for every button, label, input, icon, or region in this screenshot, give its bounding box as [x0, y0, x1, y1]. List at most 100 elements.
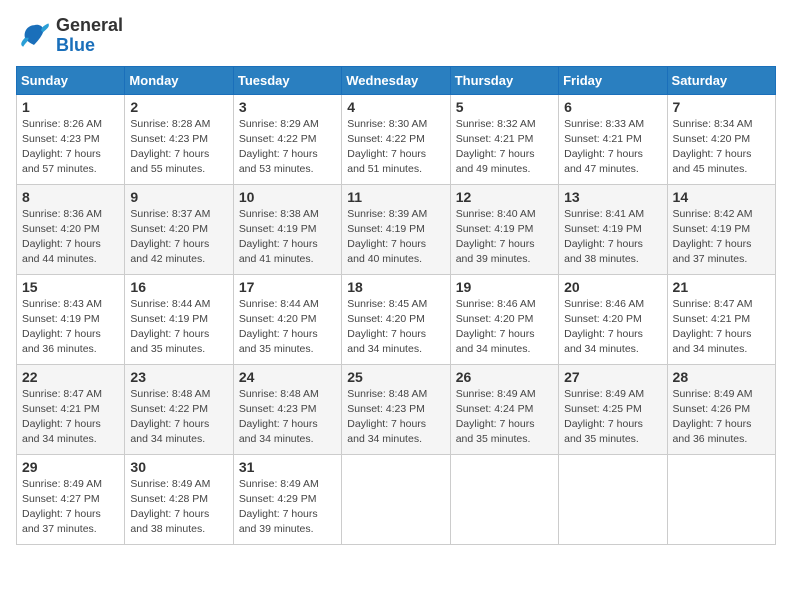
day-number: 22: [22, 369, 119, 385]
day-info: Sunrise: 8:49 AM Sunset: 4:27 PM Dayligh…: [22, 477, 119, 538]
day-number: 31: [239, 459, 336, 475]
header-wednesday: Wednesday: [342, 66, 450, 94]
calendar-cell: 21 Sunrise: 8:47 AM Sunset: 4:21 PM Dayl…: [667, 274, 775, 364]
day-info: Sunrise: 8:32 AM Sunset: 4:21 PM Dayligh…: [456, 117, 553, 178]
day-info: Sunrise: 8:46 AM Sunset: 4:20 PM Dayligh…: [456, 297, 553, 358]
day-number: 15: [22, 279, 119, 295]
calendar-cell: 10 Sunrise: 8:38 AM Sunset: 4:19 PM Dayl…: [233, 184, 341, 274]
day-number: 12: [456, 189, 553, 205]
day-info: Sunrise: 8:39 AM Sunset: 4:19 PM Dayligh…: [347, 207, 444, 268]
calendar-header-row: SundayMondayTuesdayWednesdayThursdayFrid…: [17, 66, 776, 94]
day-number: 2: [130, 99, 227, 115]
calendar-cell: 28 Sunrise: 8:49 AM Sunset: 4:26 PM Dayl…: [667, 364, 775, 454]
calendar-table: SundayMondayTuesdayWednesdayThursdayFrid…: [16, 66, 776, 545]
day-number: 13: [564, 189, 661, 205]
day-info: Sunrise: 8:36 AM Sunset: 4:20 PM Dayligh…: [22, 207, 119, 268]
day-number: 11: [347, 189, 444, 205]
logo-text: General Blue: [56, 16, 123, 56]
calendar-week-3: 15 Sunrise: 8:43 AM Sunset: 4:19 PM Dayl…: [17, 274, 776, 364]
day-info: Sunrise: 8:33 AM Sunset: 4:21 PM Dayligh…: [564, 117, 661, 178]
day-number: 25: [347, 369, 444, 385]
calendar-cell: [342, 454, 450, 544]
header-sunday: Sunday: [17, 66, 125, 94]
day-number: 14: [673, 189, 770, 205]
day-number: 21: [673, 279, 770, 295]
day-number: 30: [130, 459, 227, 475]
day-number: 6: [564, 99, 661, 115]
calendar-cell: 22 Sunrise: 8:47 AM Sunset: 4:21 PM Dayl…: [17, 364, 125, 454]
day-number: 16: [130, 279, 227, 295]
day-number: 27: [564, 369, 661, 385]
calendar-cell: 24 Sunrise: 8:48 AM Sunset: 4:23 PM Dayl…: [233, 364, 341, 454]
day-number: 4: [347, 99, 444, 115]
calendar-cell: 16 Sunrise: 8:44 AM Sunset: 4:19 PM Dayl…: [125, 274, 233, 364]
day-info: Sunrise: 8:44 AM Sunset: 4:19 PM Dayligh…: [130, 297, 227, 358]
calendar-cell: 26 Sunrise: 8:49 AM Sunset: 4:24 PM Dayl…: [450, 364, 558, 454]
header-friday: Friday: [559, 66, 667, 94]
logo: General Blue: [16, 16, 123, 56]
day-info: Sunrise: 8:47 AM Sunset: 4:21 PM Dayligh…: [673, 297, 770, 358]
calendar-cell: 8 Sunrise: 8:36 AM Sunset: 4:20 PM Dayli…: [17, 184, 125, 274]
day-info: Sunrise: 8:26 AM Sunset: 4:23 PM Dayligh…: [22, 117, 119, 178]
calendar-week-2: 8 Sunrise: 8:36 AM Sunset: 4:20 PM Dayli…: [17, 184, 776, 274]
day-number: 1: [22, 99, 119, 115]
day-info: Sunrise: 8:47 AM Sunset: 4:21 PM Dayligh…: [22, 387, 119, 448]
day-number: 5: [456, 99, 553, 115]
day-info: Sunrise: 8:43 AM Sunset: 4:19 PM Dayligh…: [22, 297, 119, 358]
day-info: Sunrise: 8:48 AM Sunset: 4:22 PM Dayligh…: [130, 387, 227, 448]
calendar-week-1: 1 Sunrise: 8:26 AM Sunset: 4:23 PM Dayli…: [17, 94, 776, 184]
calendar-cell: 19 Sunrise: 8:46 AM Sunset: 4:20 PM Dayl…: [450, 274, 558, 364]
day-number: 9: [130, 189, 227, 205]
calendar-cell: 4 Sunrise: 8:30 AM Sunset: 4:22 PM Dayli…: [342, 94, 450, 184]
day-number: 3: [239, 99, 336, 115]
calendar-cell: 17 Sunrise: 8:44 AM Sunset: 4:20 PM Dayl…: [233, 274, 341, 364]
calendar-cell: 25 Sunrise: 8:48 AM Sunset: 4:23 PM Dayl…: [342, 364, 450, 454]
calendar-cell: 9 Sunrise: 8:37 AM Sunset: 4:20 PM Dayli…: [125, 184, 233, 274]
calendar-cell: 20 Sunrise: 8:46 AM Sunset: 4:20 PM Dayl…: [559, 274, 667, 364]
day-info: Sunrise: 8:40 AM Sunset: 4:19 PM Dayligh…: [456, 207, 553, 268]
calendar-cell: 14 Sunrise: 8:42 AM Sunset: 4:19 PM Dayl…: [667, 184, 775, 274]
day-number: 23: [130, 369, 227, 385]
day-number: 24: [239, 369, 336, 385]
day-info: Sunrise: 8:45 AM Sunset: 4:20 PM Dayligh…: [347, 297, 444, 358]
day-info: Sunrise: 8:41 AM Sunset: 4:19 PM Dayligh…: [564, 207, 661, 268]
day-number: 18: [347, 279, 444, 295]
day-info: Sunrise: 8:30 AM Sunset: 4:22 PM Dayligh…: [347, 117, 444, 178]
day-number: 7: [673, 99, 770, 115]
calendar-cell: 3 Sunrise: 8:29 AM Sunset: 4:22 PM Dayli…: [233, 94, 341, 184]
day-number: 8: [22, 189, 119, 205]
calendar-cell: 23 Sunrise: 8:48 AM Sunset: 4:22 PM Dayl…: [125, 364, 233, 454]
day-info: Sunrise: 8:48 AM Sunset: 4:23 PM Dayligh…: [347, 387, 444, 448]
calendar-cell: 18 Sunrise: 8:45 AM Sunset: 4:20 PM Dayl…: [342, 274, 450, 364]
day-info: Sunrise: 8:37 AM Sunset: 4:20 PM Dayligh…: [130, 207, 227, 268]
calendar-cell: 6 Sunrise: 8:33 AM Sunset: 4:21 PM Dayli…: [559, 94, 667, 184]
calendar-cell: 11 Sunrise: 8:39 AM Sunset: 4:19 PM Dayl…: [342, 184, 450, 274]
day-number: 26: [456, 369, 553, 385]
day-number: 17: [239, 279, 336, 295]
calendar-week-4: 22 Sunrise: 8:47 AM Sunset: 4:21 PM Dayl…: [17, 364, 776, 454]
calendar-cell: 27 Sunrise: 8:49 AM Sunset: 4:25 PM Dayl…: [559, 364, 667, 454]
day-info: Sunrise: 8:38 AM Sunset: 4:19 PM Dayligh…: [239, 207, 336, 268]
calendar-cell: 30 Sunrise: 8:49 AM Sunset: 4:28 PM Dayl…: [125, 454, 233, 544]
day-number: 28: [673, 369, 770, 385]
calendar-cell: 15 Sunrise: 8:43 AM Sunset: 4:19 PM Dayl…: [17, 274, 125, 364]
header-tuesday: Tuesday: [233, 66, 341, 94]
day-info: Sunrise: 8:28 AM Sunset: 4:23 PM Dayligh…: [130, 117, 227, 178]
day-info: Sunrise: 8:49 AM Sunset: 4:26 PM Dayligh…: [673, 387, 770, 448]
day-info: Sunrise: 8:29 AM Sunset: 4:22 PM Dayligh…: [239, 117, 336, 178]
day-number: 20: [564, 279, 661, 295]
day-info: Sunrise: 8:34 AM Sunset: 4:20 PM Dayligh…: [673, 117, 770, 178]
day-number: 19: [456, 279, 553, 295]
header-thursday: Thursday: [450, 66, 558, 94]
day-info: Sunrise: 8:48 AM Sunset: 4:23 PM Dayligh…: [239, 387, 336, 448]
calendar-cell: 12 Sunrise: 8:40 AM Sunset: 4:19 PM Dayl…: [450, 184, 558, 274]
calendar-cell: [667, 454, 775, 544]
calendar-cell: 2 Sunrise: 8:28 AM Sunset: 4:23 PM Dayli…: [125, 94, 233, 184]
page-header: General Blue: [16, 16, 776, 56]
header-monday: Monday: [125, 66, 233, 94]
calendar-cell: 29 Sunrise: 8:49 AM Sunset: 4:27 PM Dayl…: [17, 454, 125, 544]
calendar-cell: [559, 454, 667, 544]
calendar-week-5: 29 Sunrise: 8:49 AM Sunset: 4:27 PM Dayl…: [17, 454, 776, 544]
header-saturday: Saturday: [667, 66, 775, 94]
calendar-cell: 7 Sunrise: 8:34 AM Sunset: 4:20 PM Dayli…: [667, 94, 775, 184]
